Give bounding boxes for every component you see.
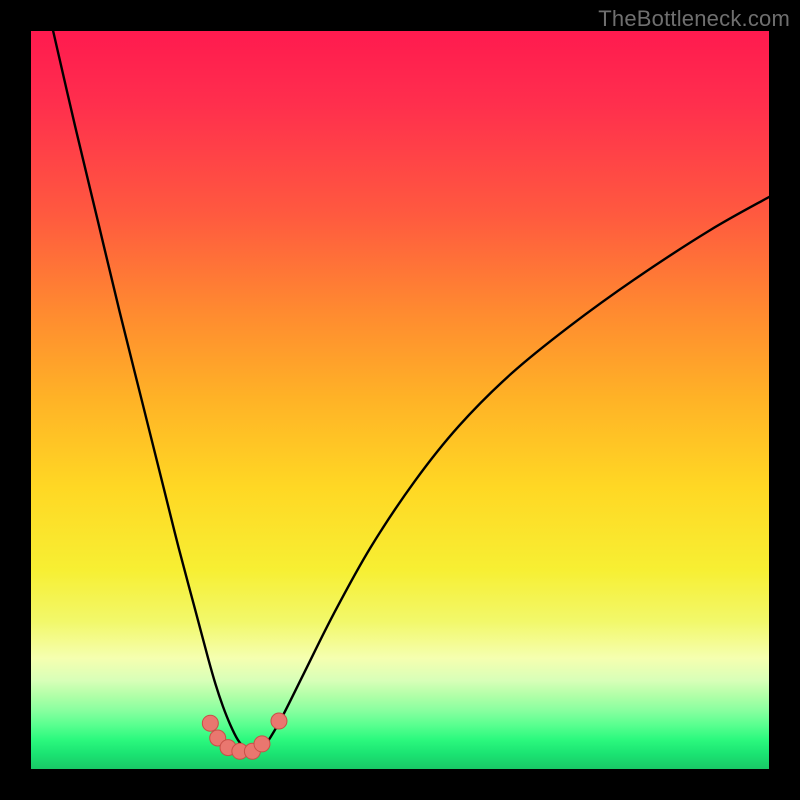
watermark-text: TheBottleneck.com [598,6,790,32]
bottleneck-curve-svg [31,31,769,769]
plot-area [31,31,769,769]
curve-marker [254,736,270,752]
bottleneck-curve-path [53,31,769,752]
curve-markers [202,713,287,759]
curve-marker [202,715,218,731]
curve-marker [271,713,287,729]
